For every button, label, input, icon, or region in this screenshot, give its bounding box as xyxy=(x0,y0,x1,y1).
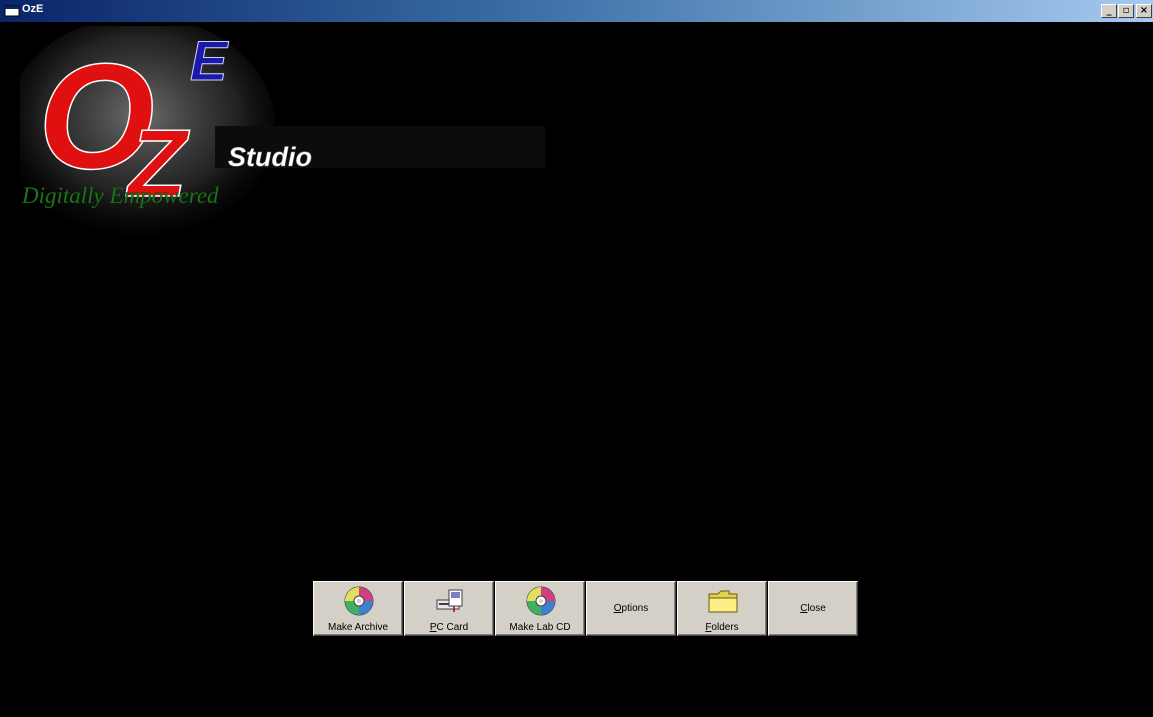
close-button[interactable]: Close xyxy=(768,581,858,636)
pc-card-button[interactable]: PC Card xyxy=(404,581,494,636)
main-toolbar: Make Archive PC Card Make Lab CD Options… xyxy=(313,581,859,636)
app-window: OzE _ ▫ × O Z E Studio Digitally Empower… xyxy=(0,0,1153,717)
options-label: Options xyxy=(613,603,649,614)
cd-icon xyxy=(344,586,374,616)
logo-letter-e: E xyxy=(190,29,229,92)
make-lab-cd-button[interactable]: Make Lab CD xyxy=(495,581,585,636)
logo-tagline: Digitally Empowered xyxy=(21,183,219,208)
make-archive-label: Make Archive xyxy=(327,622,389,633)
title-bar[interactable]: OzE _ ▫ × xyxy=(0,0,1153,22)
logo-studio-text: Studio xyxy=(228,142,312,172)
cd-icon xyxy=(526,586,556,616)
minimize-button[interactable]: _ xyxy=(1101,4,1117,18)
oze-studio-logo: O Z E Studio Digitally Empowered xyxy=(20,26,545,236)
make-lab-cd-label: Make Lab CD xyxy=(509,622,571,633)
pc-card-icon xyxy=(436,589,463,612)
folders-label: Folders xyxy=(705,622,739,633)
folders-button[interactable]: Folders xyxy=(677,581,767,636)
client-area: O Z E Studio Digitally Empowered Make Ar… xyxy=(6,22,1153,717)
make-archive-button[interactable]: Make Archive xyxy=(313,581,403,636)
maximize-button[interactable]: ▫ xyxy=(1118,4,1134,18)
close-label: Close xyxy=(800,603,826,614)
options-button[interactable]: Options xyxy=(586,581,676,636)
close-window-button[interactable]: × xyxy=(1136,4,1152,18)
pc-card-label: PC Card xyxy=(429,622,469,633)
window-title: OzE xyxy=(22,3,44,15)
app-window-icon xyxy=(4,5,20,17)
folder-icon xyxy=(708,590,738,613)
